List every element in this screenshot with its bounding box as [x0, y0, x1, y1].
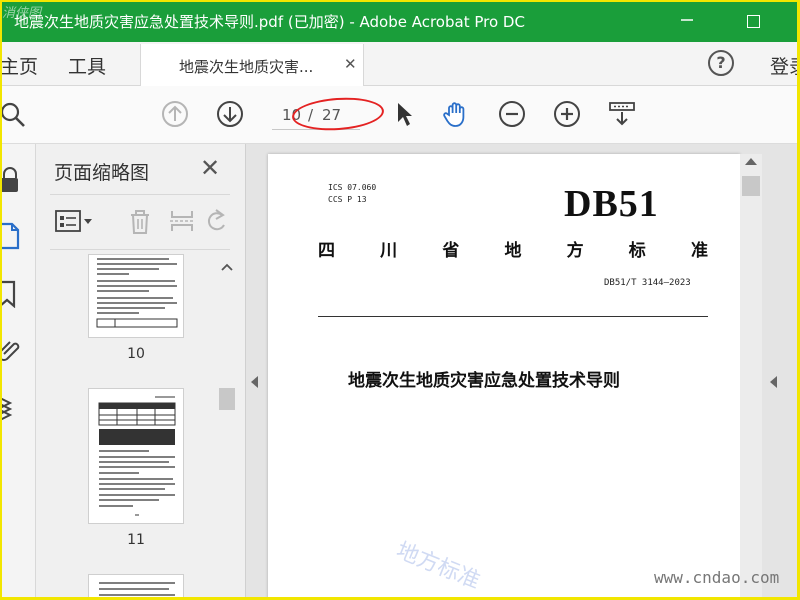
category-char: 标	[628, 241, 646, 261]
maximize-button[interactable]	[730, 0, 776, 42]
signin-link[interactable]: 登录	[770, 52, 800, 79]
layers-icon[interactable]	[0, 396, 24, 424]
next-page-icon[interactable]	[216, 100, 244, 128]
close-panel-icon[interactable]: ✕	[200, 154, 220, 182]
standard-number: DB51/T 3144—2023	[604, 278, 691, 288]
document-page: ICS 07.060 CCS P 13 DB51 四 川 省 地 方 标 准 D…	[268, 154, 740, 600]
select-cursor-icon[interactable]	[390, 100, 418, 128]
panel-title: 页面缩略图	[54, 162, 150, 184]
rotate-icon[interactable]	[206, 207, 226, 235]
maximize-icon	[746, 14, 760, 28]
zoom-out-icon[interactable]	[498, 100, 526, 128]
category-char: 川	[380, 241, 398, 261]
category-char: 四	[318, 241, 335, 261]
tab-document[interactable]: 地震次生地质灾害... ✕	[140, 44, 364, 86]
previous-page-icon[interactable]	[161, 100, 189, 128]
thumbnail-scrollbar[interactable]	[218, 254, 236, 600]
lock-icon[interactable]	[0, 166, 24, 194]
insert-page-icon[interactable]	[168, 207, 196, 235]
frame-border	[0, 0, 2, 600]
tab-home[interactable]: 主页	[0, 52, 38, 79]
document-title: 地震次生地质灾害应急处置技术导则	[348, 371, 620, 391]
tab-bar: 主页 工具 地震次生地质灾害... ✕ ? 登录	[0, 42, 800, 86]
thumbnail-page-11[interactable]	[88, 388, 184, 524]
toolbar: 10 / 27	[0, 86, 800, 144]
title-bar: 消侠图 地震次生地质灾害应急处置技术导则.pdf (已加密) - Adobe A…	[0, 0, 800, 42]
window-title: 地震次生地质灾害应急处置技术导则.pdf (已加密) - Adobe Acrob…	[14, 13, 525, 31]
page-thumbnails-icon[interactable]	[0, 222, 24, 250]
help-icon[interactable]: ?	[708, 50, 734, 76]
category-char: 准	[690, 241, 708, 261]
hand-tool-icon[interactable]	[442, 100, 470, 128]
thumbnail-label-10: 10	[127, 346, 145, 362]
collapse-left-icon[interactable]	[251, 376, 258, 388]
tab-tools[interactable]: 工具	[68, 52, 106, 79]
expand-right-panel-icon[interactable]	[770, 376, 777, 388]
close-tab-icon[interactable]: ✕	[344, 55, 357, 73]
thumbnail-page-10[interactable]	[88, 254, 184, 338]
left-rail	[0, 144, 36, 600]
divider	[318, 316, 708, 317]
thumbnail-label-11: 11	[127, 532, 145, 548]
scroll-up-icon[interactable]	[218, 260, 236, 274]
document-scrollbar[interactable]	[740, 154, 762, 600]
thumbnail-11-content	[98, 396, 176, 516]
search-icon[interactable]	[0, 100, 28, 128]
frame-border	[0, 0, 800, 2]
ics-code: ICS 07.060	[328, 183, 377, 192]
thumbnail-10-content	[96, 258, 178, 328]
panel-toolbar	[50, 194, 230, 250]
bookmark-icon[interactable]	[0, 280, 24, 308]
thumbnail-panel: 页面缩略图 ✕ 10 11	[36, 144, 246, 600]
options-menu-icon[interactable]	[54, 207, 94, 235]
minimize-button[interactable]	[664, 0, 710, 42]
zoom-in-icon[interactable]	[553, 100, 581, 128]
minimize-icon	[681, 19, 693, 21]
document-scroll-thumb[interactable]	[742, 176, 760, 196]
scroll-up-icon[interactable]	[745, 158, 757, 165]
standard-category: 四 川 省 地 方 标 准	[318, 236, 708, 261]
category-char: 省	[442, 241, 460, 261]
attachment-icon[interactable]	[0, 336, 24, 364]
document-tab-label: 地震次生地质灾害...	[179, 58, 314, 76]
trash-icon[interactable]	[126, 207, 154, 235]
category-char: 方	[566, 241, 584, 261]
site-watermark: www.cndao.com	[654, 568, 780, 587]
scroll-mode-icon[interactable]	[608, 100, 636, 128]
ccs-code: CCS P 13	[328, 195, 367, 204]
standard-code: DB51	[564, 183, 659, 225]
classification-codes: ICS 07.060 CCS P 13	[328, 182, 376, 206]
category-char: 地	[504, 241, 522, 261]
thumbnail-scroll-thumb[interactable]	[219, 388, 235, 410]
